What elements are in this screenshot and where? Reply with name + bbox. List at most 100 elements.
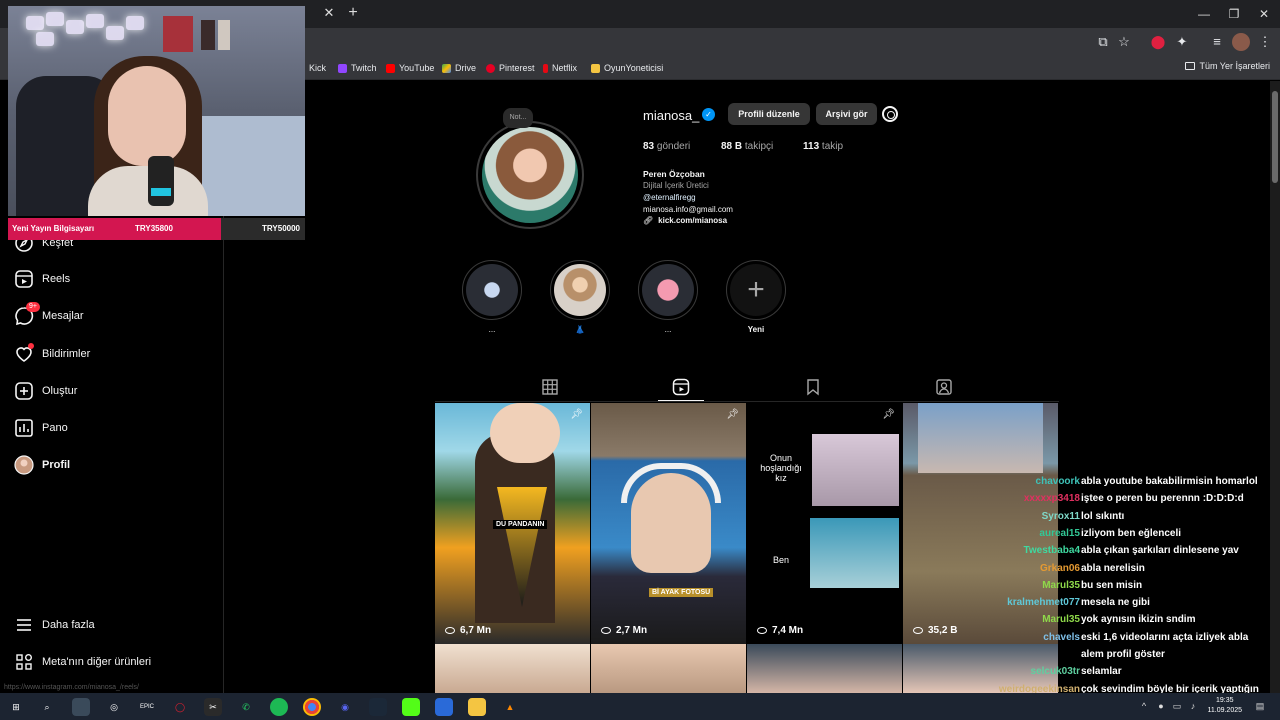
donation-goal-bar: Yeni Yayın Bilgisayarı TRY35800 TRY50000 xyxy=(8,218,305,240)
install-app-icon[interactable]: ⧉ xyxy=(1094,33,1112,51)
network-icon[interactable]: ▭ xyxy=(1171,700,1183,712)
volume-icon[interactable]: ♪ xyxy=(1187,700,1199,712)
close-tab-icon[interactable]: ✕ xyxy=(322,6,336,20)
heart-icon xyxy=(14,343,34,364)
reel-inset-top xyxy=(812,434,899,506)
microphone-tray-icon[interactable]: ● xyxy=(1155,700,1167,712)
discord-icon[interactable]: ◉ xyxy=(336,698,354,716)
chat-message: chavels eski 1,6 videolarını açta izliyek… xyxy=(930,632,1275,648)
highlight-circle xyxy=(638,260,698,320)
steam-icon[interactable] xyxy=(369,698,387,716)
tab-posts[interactable] xyxy=(541,378,559,396)
highlight-item[interactable]: ... xyxy=(462,260,522,335)
restore-icon[interactable]: ❐ xyxy=(1226,6,1242,22)
followers-count[interactable]: 88 B takipçi xyxy=(721,141,773,152)
messages-badge: 9+ xyxy=(26,302,40,312)
kick-app-icon[interactable] xyxy=(402,698,420,716)
spotify-icon[interactable] xyxy=(270,698,288,716)
highlight-item[interactable]: ... xyxy=(638,260,698,335)
capcut-icon[interactable]: ✂ xyxy=(204,698,222,716)
app-icon[interactable] xyxy=(72,698,90,716)
more-button[interactable]: Daha fazla xyxy=(14,614,95,636)
reel-tile[interactable]: DU PANDANIN 📌︎ 6,7 Mn xyxy=(435,403,590,644)
reel-caption: Bİ AYAK FOTOSU xyxy=(649,588,714,597)
minimize-icon[interactable]: — xyxy=(1196,6,1212,22)
bio-link[interactable]: 🔗︎ kick.com/mianosa xyxy=(643,216,727,225)
highlight-circle xyxy=(462,260,522,320)
chat-username: chavels xyxy=(1043,631,1080,643)
bookmark-youtube[interactable]: YouTube xyxy=(386,61,434,75)
chat-text: abla youtube bakabilirmisin homarlol xyxy=(1081,476,1258,487)
chat-text: alem profil göster xyxy=(1081,649,1165,660)
meta-products-button[interactable]: Meta'nın diğer ürünleri xyxy=(14,651,151,673)
profile-avatar[interactable] xyxy=(476,121,584,229)
highlight-label: Yeni xyxy=(747,325,765,334)
sidebar-item-dashboard[interactable]: Pano xyxy=(14,417,68,439)
note-bubble[interactable]: Not... xyxy=(503,108,533,128)
reel-tile[interactable] xyxy=(747,644,902,694)
bookmark-kick[interactable]: Kick xyxy=(302,61,326,75)
settings-gear-icon[interactable] xyxy=(882,106,898,122)
eye-icon xyxy=(601,627,611,634)
bookmark-twitch[interactable]: Twitch xyxy=(338,61,377,75)
close-window-icon[interactable]: ✕ xyxy=(1256,6,1272,22)
bookmark-oyunyoneticisi[interactable]: OyunYoneticisi xyxy=(591,61,663,75)
threads-handle: @eternalfiregg xyxy=(643,193,696,202)
sidebar-item-reels[interactable]: Reels xyxy=(14,268,70,290)
chat-username: Marul35 xyxy=(1042,614,1080,626)
file-explorer-icon[interactable] xyxy=(468,698,486,716)
whatsapp-icon[interactable]: ✆ xyxy=(237,698,255,716)
chat-text: abla çıkan şarkıları dinlesene yav xyxy=(1081,545,1239,557)
app-icon[interactable] xyxy=(435,698,453,716)
start-icon[interactable]: ⊞ xyxy=(7,698,25,716)
extension-red-icon[interactable]: ⬤ xyxy=(1149,33,1167,51)
link-icon: 🔗︎ xyxy=(643,216,654,225)
reel-views: 6,7 Mn xyxy=(445,625,491,636)
search-icon[interactable]: ⌕ xyxy=(38,698,56,716)
views-count: 2,7 Mn xyxy=(616,625,648,636)
chat-message: aureal15 izliyom ben eğlenceli xyxy=(930,528,1275,544)
new-highlight-button[interactable]: + Yeni xyxy=(726,260,786,335)
sidebar-item-messages[interactable]: 9+ Mesajlar xyxy=(14,302,84,327)
app-icon[interactable]: ◎ xyxy=(105,698,123,716)
reel-tile[interactable] xyxy=(591,644,746,694)
new-tab-icon[interactable]: + xyxy=(346,5,360,21)
reel-tile[interactable]: Onun hoşlandığı kız Ben 📌︎ 7,4 Mn xyxy=(747,403,902,644)
tab-saved[interactable] xyxy=(804,378,822,396)
bookmark-netflix[interactable]: Netflix xyxy=(543,61,577,75)
opera-icon[interactable]: ◯ xyxy=(171,698,189,716)
epic-games-icon[interactable]: EPIC xyxy=(138,698,156,716)
edit-profile-button[interactable]: Profili düzenle xyxy=(728,103,810,125)
menu-icon[interactable]: ⋮ xyxy=(1256,33,1274,51)
reel-tile[interactable] xyxy=(435,644,590,694)
star-icon[interactable]: ☆ xyxy=(1115,33,1133,51)
sidebar-item-notifications[interactable]: Bildirimler xyxy=(14,343,90,365)
webcam-overlay xyxy=(8,6,305,216)
reel-inset xyxy=(918,403,1043,473)
following-count[interactable]: 113 takip xyxy=(803,141,843,152)
all-bookmarks[interactable]: Tüm Yer İşaretleri xyxy=(1185,61,1270,71)
chrome-icon[interactable] xyxy=(303,698,321,716)
bookmark-drive[interactable]: Drive xyxy=(442,61,476,75)
sidebar-item-profile[interactable]: Profil xyxy=(14,454,70,476)
reel-tile[interactable]: Bİ AYAK FOTOSU 📌︎ 2,7 Mn xyxy=(591,403,746,644)
sidebar-item-create[interactable]: Oluştur xyxy=(14,380,77,402)
highlight-item[interactable]: 👗 xyxy=(550,260,610,335)
bookmark-pinterest[interactable]: Pinterest xyxy=(486,61,535,75)
extensions-icon[interactable]: ✦ xyxy=(1173,33,1191,51)
view-archive-button[interactable]: Arşivi gör xyxy=(816,103,877,125)
scrollbar-thumb[interactable] xyxy=(1272,91,1278,183)
profile-username: mianosa_ xyxy=(643,108,700,123)
reel-views: 7,4 Mn xyxy=(757,625,803,636)
chat-message: Syrox11 lol sıkıntı xyxy=(930,511,1275,527)
system-clock[interactable]: 19:35 11.09.2025 xyxy=(1207,696,1242,716)
bio-threads-link[interactable]: @eternalfiregg xyxy=(643,193,696,202)
media-queue-icon[interactable]: ≡ xyxy=(1208,33,1226,51)
tray-arrow-icon[interactable]: ^ xyxy=(1138,700,1150,712)
tab-reels[interactable] xyxy=(658,378,704,401)
tab-tagged[interactable] xyxy=(935,378,953,396)
notifications-icon[interactable]: ▤ xyxy=(1254,700,1266,712)
profile-avatar-icon[interactable] xyxy=(1232,33,1250,51)
bed xyxy=(198,116,305,216)
vlc-icon[interactable]: ▲ xyxy=(501,698,519,716)
